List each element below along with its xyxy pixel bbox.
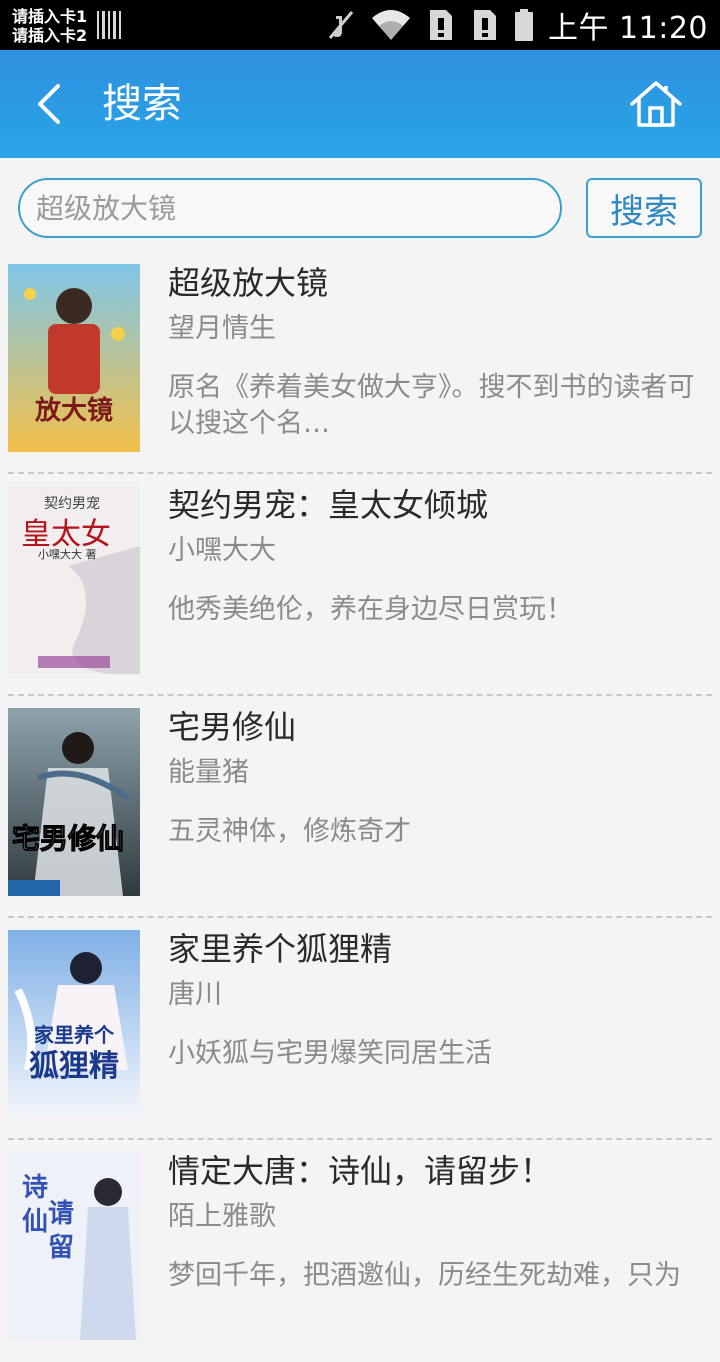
- home-button[interactable]: [628, 80, 684, 128]
- sim2-alert-icon: [474, 10, 496, 40]
- book-author: 小嘿大大: [168, 535, 276, 566]
- svg-text:仙: 仙: [22, 1207, 48, 1237]
- book-title: 契约男宠：皇太女倾城: [168, 486, 489, 524]
- book-cover: 宅男修仙: [8, 708, 140, 896]
- svg-text:放大镜: 放大镜: [34, 395, 113, 426]
- book-cover: 放大镜: [8, 264, 140, 452]
- book-title: 超级放大镜: [168, 264, 329, 302]
- svg-text:契约男宠: 契约男宠: [44, 496, 100, 512]
- svg-text:诗: 诗: [22, 1173, 48, 1203]
- list-item[interactable]: 契约男宠 皇太女 小嘿大大 著 契约男宠：皇太女倾城 小嘿大大 他秀美绝伦，养在…: [0, 474, 720, 696]
- book-author: 望月情生: [168, 313, 276, 344]
- book-cover: 诗 仙 请 留: [8, 1152, 140, 1340]
- list-item[interactable]: 诗 仙 请 留 情定大唐：诗仙，请留步！ 陌上雅歌 梦回千年，把酒邀仙，历经生死…: [0, 1140, 720, 1362]
- svg-text:家里养个: 家里养个: [34, 1023, 115, 1047]
- book-description: 小妖狐与宅男爆笑同居生活: [168, 1038, 492, 1069]
- battery-icon: [515, 9, 533, 41]
- svg-text:请: 请: [48, 1199, 74, 1229]
- svg-text:皇太女: 皇太女: [21, 517, 111, 552]
- mute-icon: [328, 11, 354, 39]
- sim1-alert-icon: [430, 10, 452, 40]
- book-cover: 契约男宠 皇太女 小嘿大大 著: [8, 486, 140, 674]
- list-item[interactable]: 宅男修仙 宅男修仙 能量猪 五灵神体，修炼奇才: [0, 696, 720, 918]
- sim2-label: 请插入卡2: [12, 26, 88, 45]
- results-list: 放大镜 超级放大镜 望月情生 原名《养着美女做大亨》。搜不到书的读者可以搜这个名…: [0, 252, 720, 1362]
- list-item[interactable]: 放大镜 超级放大镜 望月情生 原名《养着美女做大亨》。搜不到书的读者可以搜这个名…: [0, 252, 720, 474]
- book-author: 能量猪: [168, 757, 249, 788]
- wifi-icon: [372, 10, 410, 40]
- svg-text:狐狸精: 狐狸精: [29, 1049, 119, 1084]
- status-bar: 请插入卡1 请插入卡2 上午 11:20: [0, 0, 720, 50]
- book-title: 家里养个狐狸精: [168, 930, 393, 968]
- book-author: 唐川: [168, 979, 222, 1010]
- status-icons: 上午 11:20: [326, 0, 708, 50]
- search-button[interactable]: 搜索: [586, 178, 702, 238]
- signal-bars-icon: [97, 11, 122, 39]
- svg-text:小嘿大大 著: 小嘿大大 著: [38, 547, 97, 561]
- book-description: 五灵神体，修炼奇才: [168, 816, 411, 847]
- clock: 上午 11:20: [548, 11, 708, 46]
- book-description: 他秀美绝伦，养在身边尽日赏玩！: [168, 594, 573, 625]
- app-header: 搜索: [0, 50, 720, 158]
- book-description: 梦回千年，把酒邀仙，历经生死劫难，只为: [168, 1260, 681, 1291]
- home-icon: [630, 81, 682, 127]
- search-input[interactable]: [18, 178, 562, 238]
- sim-status: 请插入卡1 请插入卡2: [12, 7, 87, 45]
- list-item[interactable]: 家里养个 狐狸精 家里养个狐狸精 唐川 小妖狐与宅男爆笑同居生活: [0, 918, 720, 1140]
- book-cover: 家里养个 狐狸精: [8, 930, 140, 1118]
- page-title: 搜索: [102, 81, 182, 127]
- chevron-left-icon: [38, 84, 60, 124]
- book-title: 宅男修仙: [168, 708, 297, 746]
- book-author: 陌上雅歌: [168, 1201, 276, 1232]
- svg-text:留: 留: [48, 1233, 74, 1263]
- sim1-label: 请插入卡1: [12, 7, 88, 26]
- svg-text:宅男修仙: 宅男修仙: [12, 822, 124, 855]
- book-title: 情定大唐：诗仙，请留步！: [168, 1152, 553, 1190]
- book-description: 原名《养着美女做大亨》。搜不到书的读者可以搜这个名…: [168, 372, 695, 439]
- back-button[interactable]: [30, 80, 74, 128]
